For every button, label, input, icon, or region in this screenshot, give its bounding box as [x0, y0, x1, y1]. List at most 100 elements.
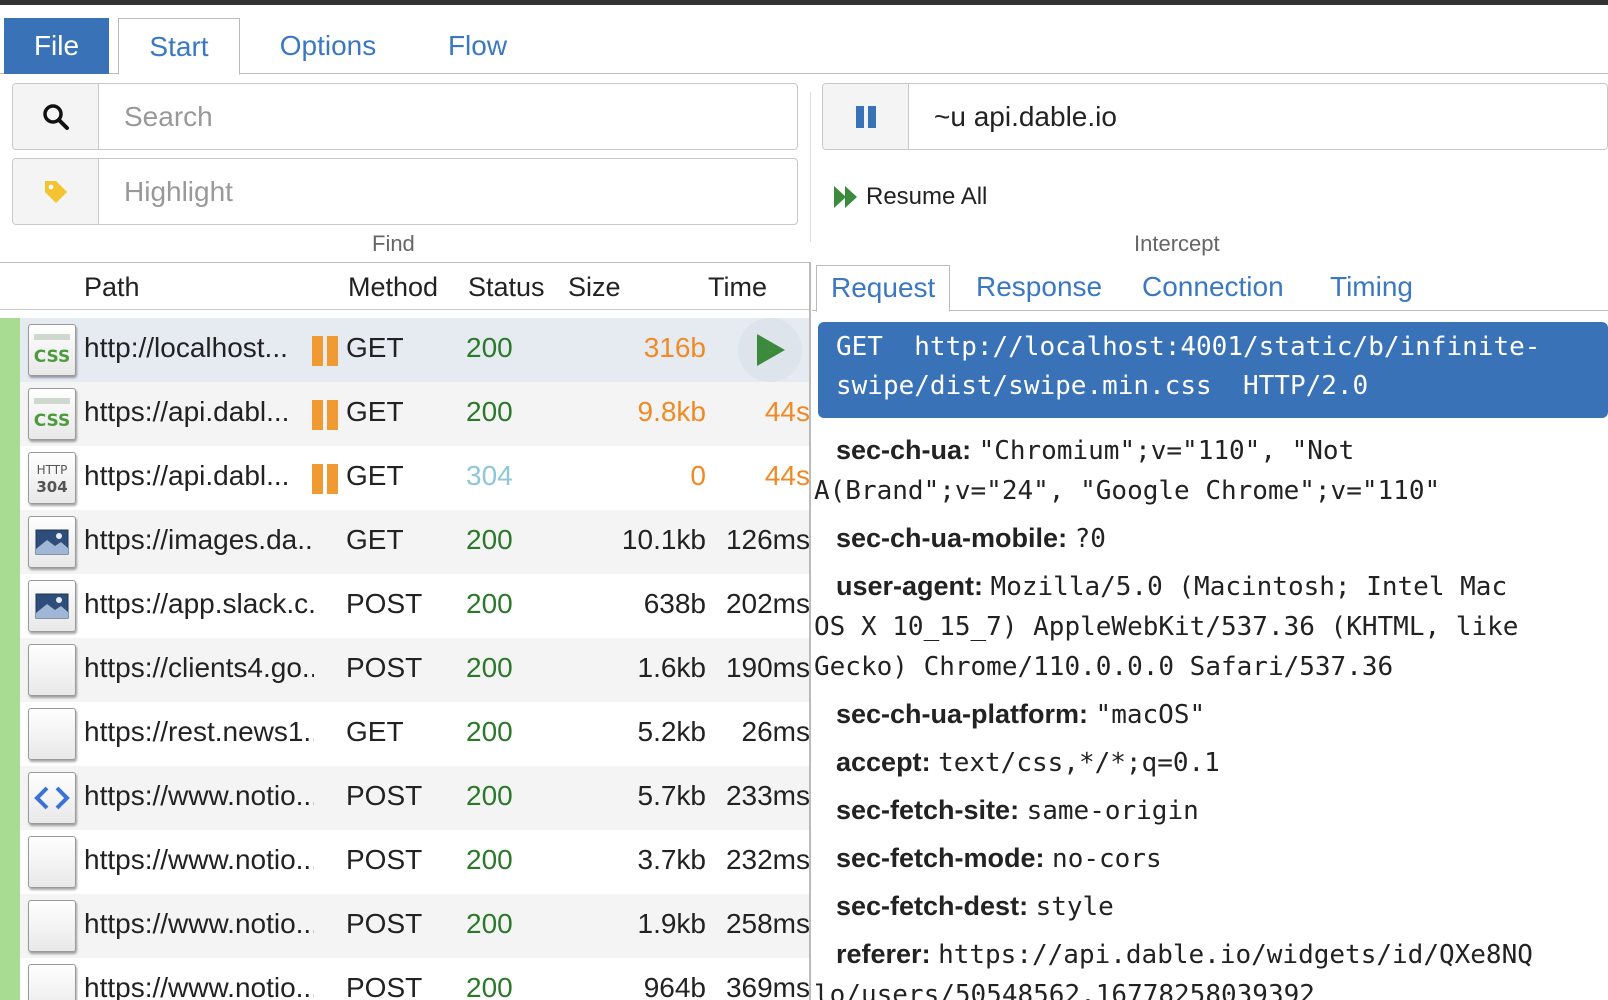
row-size: 1.9kb: [637, 908, 707, 939]
row-path: https://www.notio...: [84, 972, 314, 1000]
column-status[interactable]: Status: [468, 272, 545, 303]
column-size[interactable]: Size: [568, 272, 621, 303]
row-path: http://localhost...: [84, 332, 288, 363]
tag-icon[interactable]: [13, 159, 99, 224]
table-row[interactable]: https://www.notio... POST 200 964b 369ms: [0, 958, 810, 1000]
tab-options[interactable]: Options: [268, 18, 388, 74]
row-path: https://rest.news1....: [84, 716, 314, 747]
intercept-input[interactable]: [910, 84, 1607, 149]
column-method[interactable]: Method: [348, 272, 438, 303]
tab-flow[interactable]: Flow: [430, 18, 525, 74]
detail-tabs: Request Response Connection Timing: [812, 265, 1608, 312]
table-row[interactable]: https://app.slack.c... POST 200 638b 202…: [0, 574, 810, 638]
request-line-text-cont: swipe/dist/swipe.min.css HTTP/2.0: [836, 371, 1369, 401]
table-row[interactable]: https://www.notio... POST 200 5.7kb 233m…: [0, 766, 810, 830]
tab-connection[interactable]: Connection: [1142, 265, 1284, 311]
row-status-bar: [0, 702, 20, 766]
header-value: https://api.dable.io/widgets/id/QXe8NQ: [938, 940, 1533, 970]
table-row[interactable]: CSS http://localhost... GET 200 316b: [0, 318, 810, 382]
row-status: 200: [466, 396, 513, 427]
svg-text:304: 304: [36, 478, 67, 496]
row-status-bar: [0, 958, 20, 1000]
tab-timing[interactable]: Timing: [1330, 265, 1413, 311]
row-size: 10.1kb: [621, 524, 706, 555]
table-row[interactable]: CSS https://api.dabl... GET 200 9.8kb 44…: [0, 382, 810, 446]
row-path: https://clients4.go...: [84, 652, 314, 683]
table-row[interactable]: https://www.notio... POST 200 3.7kb 232m…: [0, 830, 810, 894]
search-field: [12, 83, 798, 150]
tab-file[interactable]: File: [4, 18, 109, 74]
search-icon[interactable]: [13, 84, 99, 149]
row-time: 232ms: [725, 844, 810, 875]
row-method: POST: [346, 908, 423, 939]
row-status: 200: [466, 908, 513, 939]
row-size: 638b: [643, 588, 706, 619]
row-method: GET: [346, 716, 404, 747]
highlight-input[interactable]: [100, 159, 797, 224]
pause-icon[interactable]: [823, 84, 909, 149]
highlight-field: [12, 158, 798, 225]
header-key: sec-fetch-mode: [836, 843, 1036, 873]
header-row: sec-fetch-site: same-origin: [836, 795, 1199, 826]
header-key: sec-fetch-site: [836, 795, 1011, 825]
header-key: user-agent: [836, 571, 975, 601]
row-method: POST: [346, 844, 423, 875]
table-row[interactable]: https://images.da... GET 200 10.1kb 126m…: [0, 510, 810, 574]
header-key: sec-ch-ua-mobile: [836, 523, 1059, 553]
header-value: style: [1035, 892, 1114, 922]
row-path: https://api.dabl...: [84, 460, 290, 491]
header-row: accept: text/css,*/*;q=0.1: [836, 747, 1220, 778]
row-time: 233ms: [725, 780, 810, 811]
header-key: accept: [836, 747, 922, 777]
row-size: 3.7kb: [637, 844, 707, 875]
row-time: 126ms: [725, 524, 810, 555]
tab-start[interactable]: Start: [118, 18, 240, 75]
resume-all-button[interactable]: Resume All: [832, 180, 987, 214]
row-status-bar: [0, 382, 20, 446]
row-method: GET: [346, 396, 404, 427]
row-status: 200: [466, 780, 513, 811]
row-time: 202ms: [725, 588, 810, 619]
resume-button[interactable]: [738, 318, 802, 382]
row-size: 9.8kb: [637, 396, 707, 427]
column-time[interactable]: Time: [708, 272, 767, 303]
row-method: POST: [346, 972, 423, 1000]
row-method: GET: [346, 332, 404, 363]
request-line: GET http://localhost:4001/static/b/infin…: [818, 322, 1608, 418]
row-method: POST: [346, 780, 423, 811]
row-status: 200: [466, 844, 513, 875]
row-time: 44s: [764, 460, 810, 491]
row-time: 44s: [764, 396, 810, 427]
pane-splitter[interactable]: [809, 262, 811, 1000]
image-icon: [28, 516, 76, 568]
list-header: Path Method Status Size Time: [0, 262, 810, 310]
tab-response[interactable]: Response: [976, 265, 1102, 311]
svg-text:HTTP: HTTP: [37, 463, 68, 477]
row-time: 190ms: [725, 652, 810, 683]
column-path[interactable]: Path: [84, 272, 140, 303]
row-path: https://images.da...: [84, 524, 314, 555]
table-row[interactable]: https://www.notio... POST 200 1.9kb 258m…: [0, 894, 810, 958]
row-method: POST: [346, 588, 423, 619]
intercept-field: [822, 83, 1608, 150]
row-method: GET: [346, 460, 404, 491]
css-icon: CSS: [28, 324, 76, 376]
flow-list: CSS http://localhost... GET 200 316b CSS…: [0, 310, 810, 1000]
header-key: referer: [836, 939, 922, 969]
header-value-cont: lo/users/50548562.16778258039392: [814, 980, 1315, 1000]
document-icon: [28, 708, 76, 760]
row-status: 200: [466, 524, 513, 555]
row-status: 200: [466, 652, 513, 683]
row-path: https://www.notio...: [84, 908, 314, 939]
row-status: 304: [466, 460, 513, 491]
table-row[interactable]: HTTP 304 https://api.dabl... GET 304 0 44…: [0, 446, 810, 510]
header-key: sec-fetch-dest: [836, 891, 1020, 921]
table-row[interactable]: https://rest.news1.... GET 200 5.2kb 26m…: [0, 702, 810, 766]
search-input[interactable]: [100, 84, 797, 149]
document-icon: [28, 900, 76, 952]
table-row[interactable]: https://clients4.go... POST 200 1.6kb 19…: [0, 638, 810, 702]
row-path: https://www.notio...: [84, 780, 314, 811]
header-key: sec-ch-ua-platform: [836, 699, 1080, 729]
tab-request[interactable]: Request: [816, 265, 951, 312]
row-status-bar: [0, 894, 20, 958]
